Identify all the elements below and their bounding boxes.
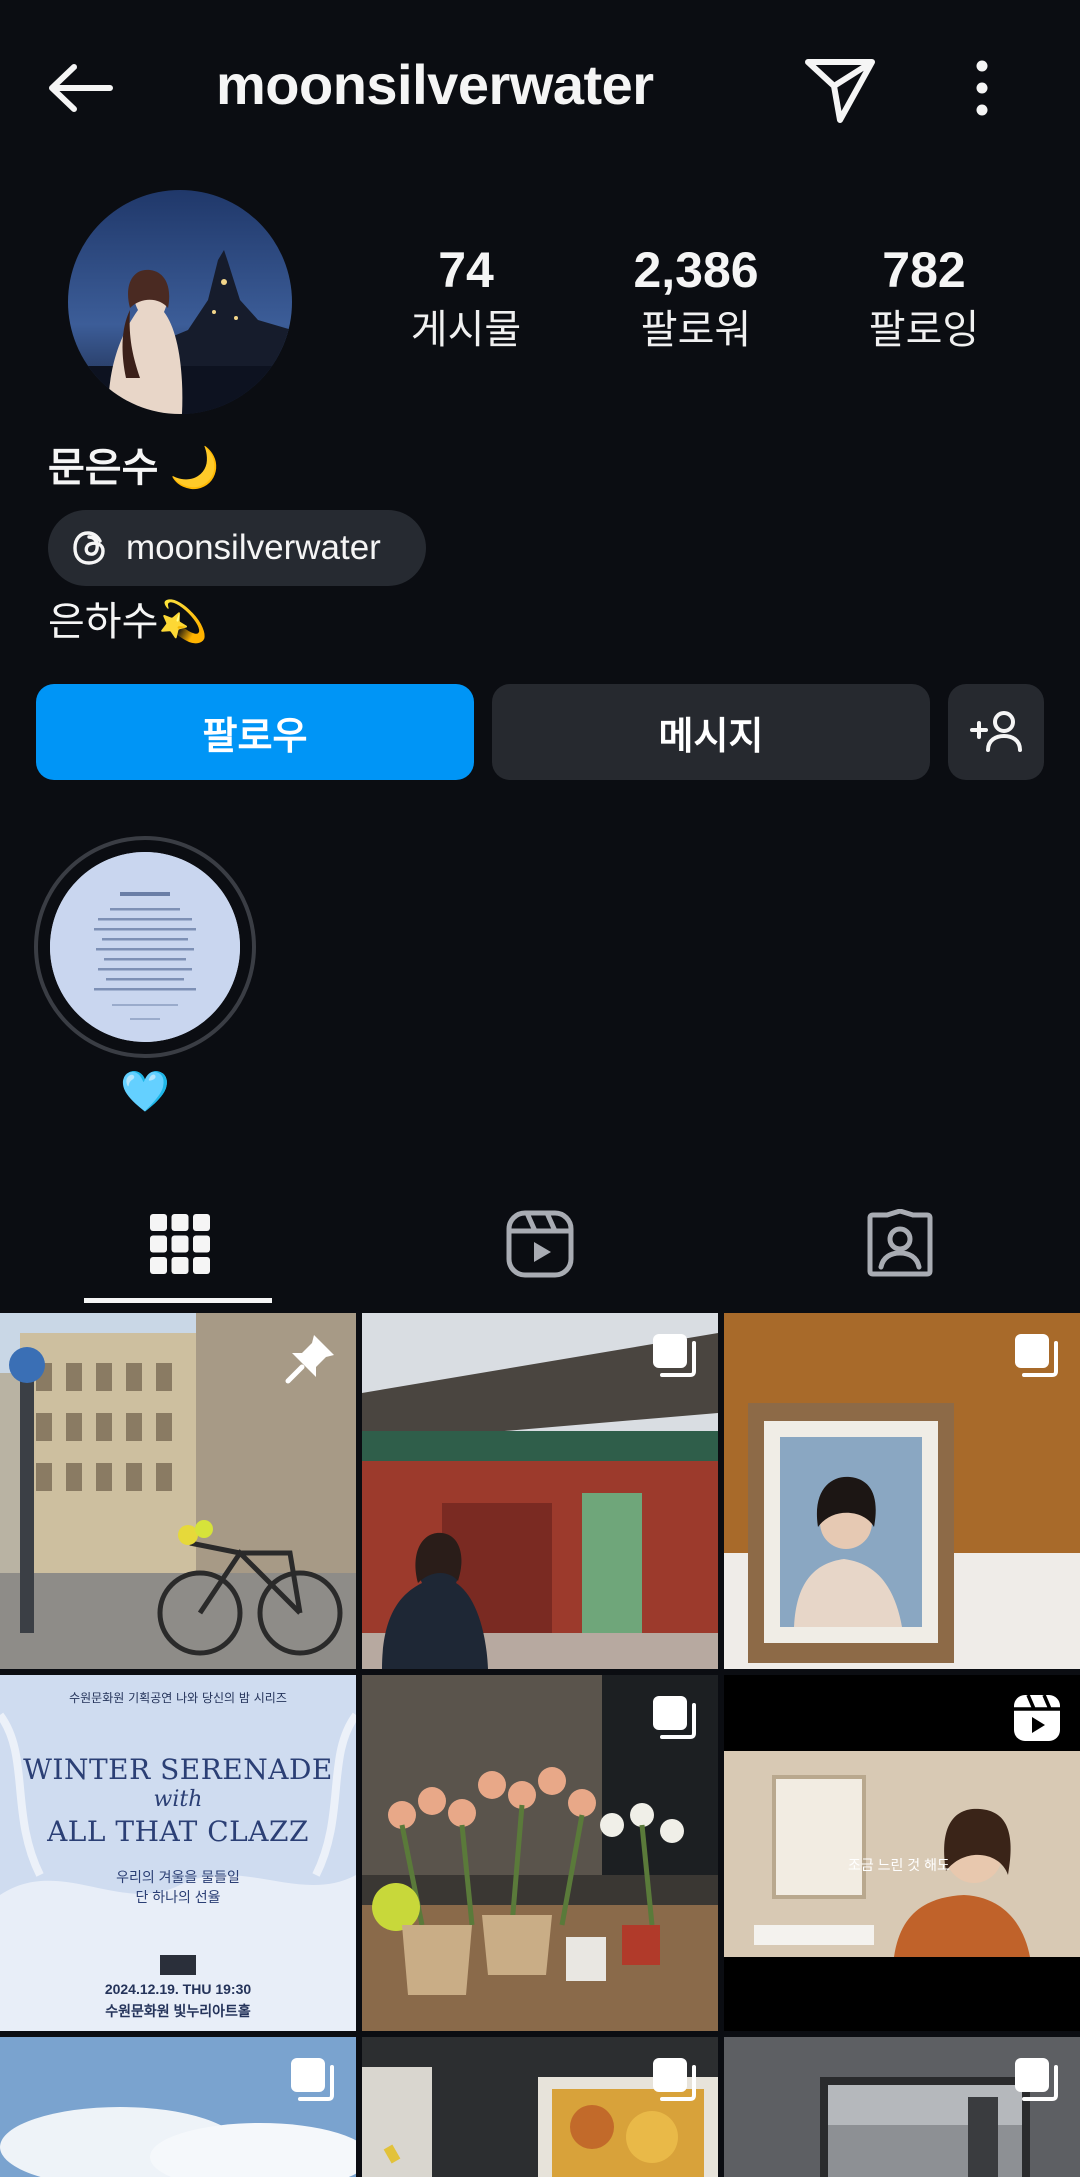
- profile-avatar[interactable]: [68, 190, 292, 414]
- highlight-cover-image: [50, 852, 240, 1042]
- profile-stats: 74 게시물 2,386 팔로워 782 팔로잉: [380, 240, 1020, 370]
- poster-subtitle-2: 단 하나의 선율: [135, 1889, 221, 1905]
- posts-label: 게시물: [410, 308, 522, 352]
- avatar-image: [68, 190, 292, 414]
- reels-icon: [506, 1210, 574, 1278]
- posts-grid: 수원문화원 기획공연 나와 당신의 밤 시리즈 WINTER SERENADE …: [0, 1313, 1080, 2177]
- carousel-badge: [650, 1331, 700, 1386]
- highlight-cover: [50, 852, 240, 1042]
- top-bar: moonsilverwater: [0, 0, 1080, 170]
- profile-bio: 은하수💫: [48, 600, 209, 644]
- post-thumbnail[interactable]: [362, 2037, 718, 2177]
- carousel-badge: [1012, 1331, 1062, 1386]
- carousel-badge: [650, 2055, 700, 2110]
- profile-tabs: [0, 1180, 1080, 1310]
- story-highlight[interactable]: [34, 836, 256, 1058]
- posts-stat[interactable]: 74 게시물: [366, 240, 566, 360]
- profile-username: moonsilverwater: [216, 53, 654, 116]
- highlight-label: 🩵: [120, 1070, 170, 1114]
- post-thumbnail[interactable]: [724, 2037, 1080, 2177]
- suggested-users-button[interactable]: [948, 684, 1044, 780]
- more-options-button[interactable]: [960, 52, 1004, 124]
- carousel-icon: [1015, 2058, 1058, 2101]
- poster-title-1: WINTER SERENADE: [23, 1753, 333, 1786]
- following-count: 782: [882, 242, 966, 298]
- poster-subtitle-1: 우리의 겨울을 물들일: [116, 1869, 240, 1885]
- carousel-icon: [653, 1696, 696, 1739]
- post-thumbnail[interactable]: 수원문화원 기획공연 나와 당신의 밤 시리즈 WINTER SERENADE …: [0, 1675, 356, 2031]
- carousel-icon: [653, 2058, 696, 2101]
- pinned-badge: [284, 1331, 338, 1390]
- poster-date: 2024.12.19. THU 19:30: [104, 1981, 252, 1997]
- post-thumbnail[interactable]: [362, 1313, 718, 1669]
- poster-title-2: ALL THAT CLAZZ: [47, 1815, 309, 1848]
- post-image: [0, 1675, 356, 2031]
- poster-with: with: [153, 1787, 203, 1812]
- followers-stat[interactable]: 2,386 팔로워: [596, 240, 796, 360]
- post-thumbnail[interactable]: [0, 1313, 356, 1669]
- paper-plane-icon: [805, 59, 875, 123]
- threads-handle: moonsilverwater: [126, 528, 381, 567]
- carousel-badge: [1012, 2055, 1062, 2110]
- tab-grid[interactable]: [0, 1180, 360, 1308]
- poster-venue: 수원문화원 빛누리아트홀: [105, 2003, 251, 2019]
- pin-icon: [285, 1335, 334, 1384]
- posts-count: 74: [438, 242, 494, 298]
- message-button[interactable]: 메시지: [492, 684, 930, 780]
- more-vertical-icon: [976, 60, 988, 116]
- carousel-icon: [1015, 1334, 1058, 1377]
- add-person-icon: [970, 711, 1022, 752]
- tab-tagged[interactable]: [720, 1180, 1080, 1308]
- carousel-icon: [291, 2058, 334, 2101]
- tab-reels[interactable]: [360, 1180, 720, 1308]
- post-thumbnail[interactable]: 조금 느린 것 해도: [724, 1675, 1080, 2031]
- grid-icon: [150, 1214, 210, 1274]
- carousel-badge: [288, 2055, 338, 2110]
- tagged-person-icon: [867, 1209, 933, 1277]
- send-message-button[interactable]: [800, 48, 880, 128]
- followers-count: 2,386: [633, 242, 759, 298]
- profile-name: 문은수 🌙: [48, 446, 220, 490]
- arrow-left-icon: [49, 64, 113, 112]
- poster-series: 수원문화원 기획공연 나와 당신의 밤 시리즈: [69, 1691, 287, 1705]
- active-tab-indicator: [84, 1298, 272, 1303]
- back-button[interactable]: [46, 56, 122, 120]
- reel-badge: [1012, 1693, 1062, 1748]
- post-thumbnail[interactable]: [0, 2037, 356, 2177]
- threads-link[interactable]: moonsilverwater: [48, 510, 426, 586]
- following-stat[interactable]: 782 팔로잉: [824, 240, 1024, 360]
- post-thumbnail[interactable]: [724, 1313, 1080, 1669]
- post-thumbnail[interactable]: [362, 1675, 718, 2031]
- carousel-icon: [653, 1334, 696, 1377]
- followers-label: 팔로워: [640, 308, 752, 352]
- reels-icon: [1014, 1694, 1060, 1741]
- follow-button[interactable]: 팔로우: [36, 684, 474, 780]
- carousel-badge: [650, 1693, 700, 1748]
- threads-icon: [73, 531, 105, 565]
- reel-caption: 조금 느린 것 해도: [848, 1857, 950, 1873]
- following-label: 팔로잉: [868, 308, 980, 352]
